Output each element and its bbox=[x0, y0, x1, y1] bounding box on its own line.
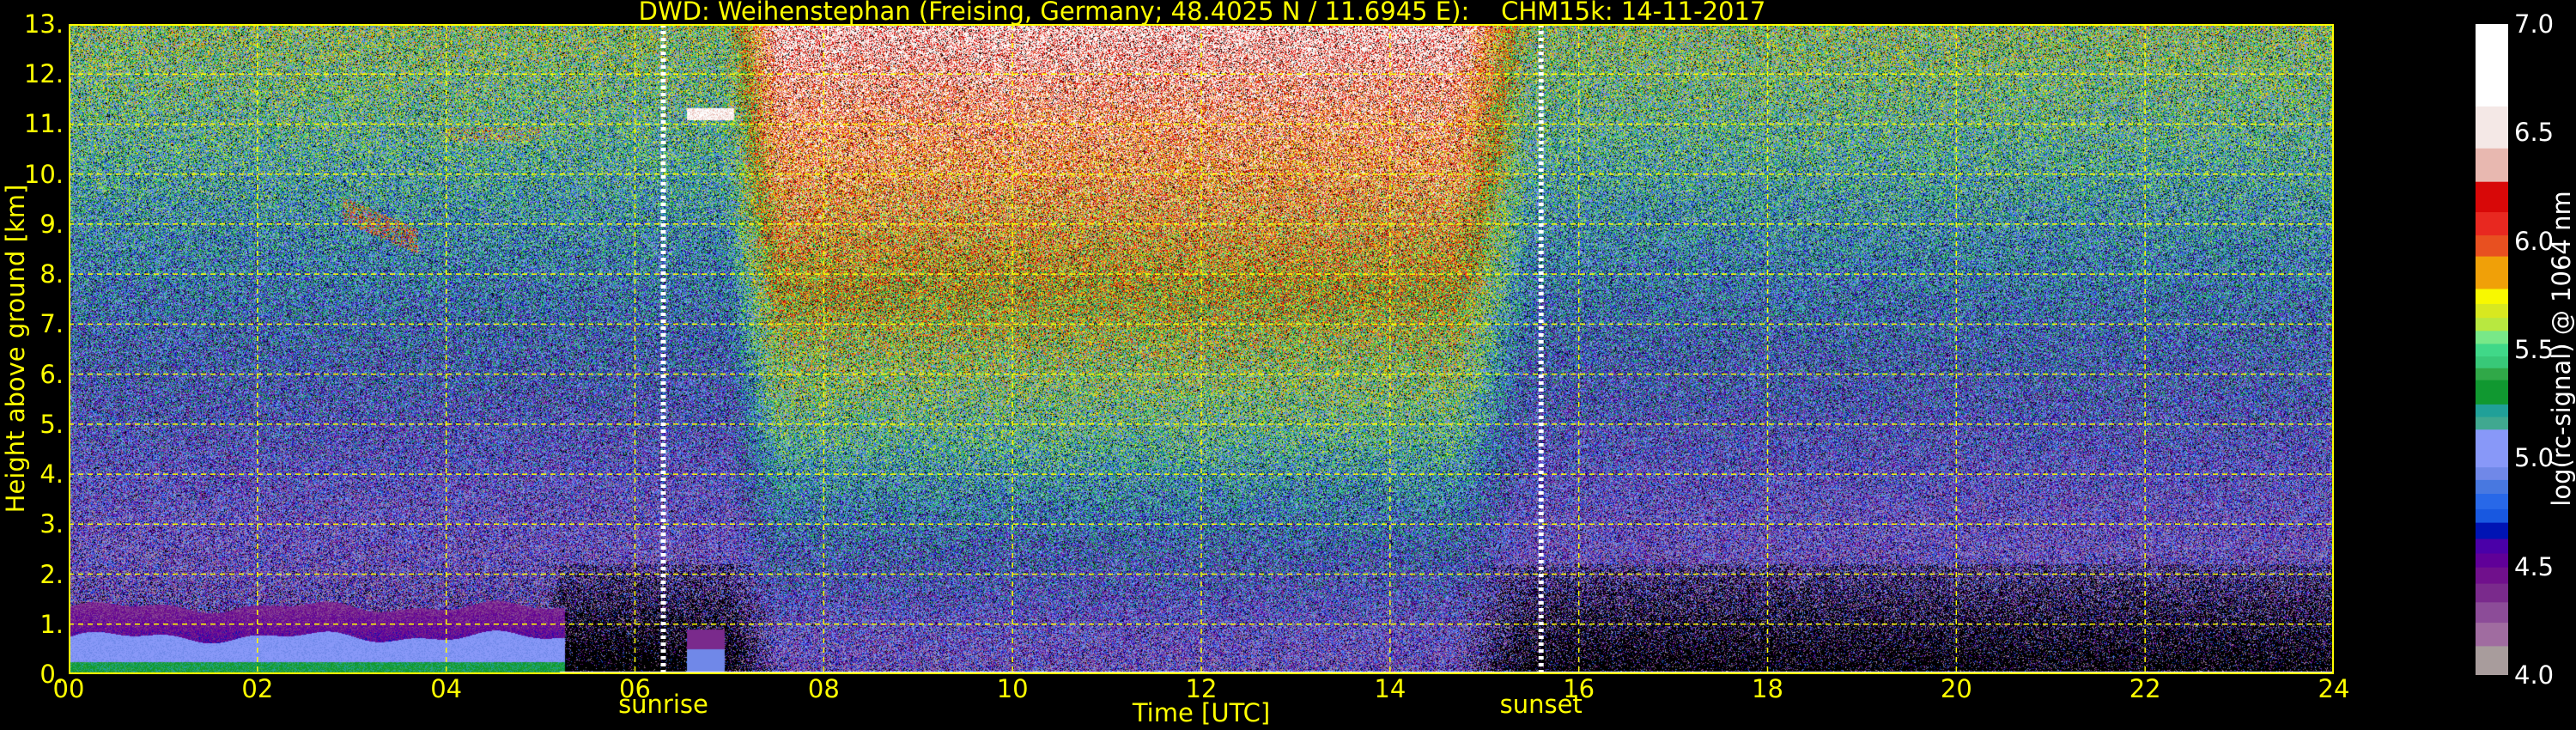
colorbar-segment bbox=[2476, 24, 2508, 107]
colorbar-segment bbox=[2476, 479, 2508, 495]
x-tick-label: 14 bbox=[1374, 674, 1406, 703]
colorbar-segment bbox=[2476, 289, 2508, 304]
colorbar-segment bbox=[2476, 417, 2508, 430]
y-tick-label: 12. bbox=[23, 59, 64, 89]
y-tick-label: 1. bbox=[39, 609, 64, 639]
x-tick-label: 08 bbox=[807, 674, 840, 703]
colorbar-segment bbox=[2476, 622, 2508, 647]
colorbar-segment bbox=[2476, 256, 2508, 289]
plot-area bbox=[69, 24, 2334, 674]
x-tick-label: 10 bbox=[996, 674, 1029, 703]
x-axis-label: Time [UTC] bbox=[1132, 698, 1271, 727]
colorbar-segment bbox=[2476, 522, 2508, 539]
colorbar-tick-label: 7.0 bbox=[2514, 9, 2555, 39]
x-tick-label: 24 bbox=[2318, 674, 2350, 703]
x-tick-label: 00 bbox=[52, 674, 85, 703]
colorbar-tick-label: 4.5 bbox=[2514, 551, 2555, 581]
ceilometer-figure: DWD: Weihenstephan (Freising, Germany; 4… bbox=[0, 0, 2576, 730]
chart-title: DWD: Weihenstephan (Freising, Germany; 4… bbox=[638, 0, 1766, 26]
x-tick-label: 18 bbox=[1752, 674, 1783, 703]
colorbar-tick-label: 6.5 bbox=[2514, 118, 2555, 148]
colorbar-label: log(rc-signal) @ 1064 nm bbox=[2547, 191, 2576, 507]
x-tick-label: 02 bbox=[241, 674, 274, 703]
x-tick-label: 22 bbox=[2129, 674, 2161, 703]
colorbar-segment bbox=[2476, 234, 2508, 257]
colorbar-segment bbox=[2476, 493, 2508, 509]
x-tick-label: 20 bbox=[1940, 674, 1972, 703]
y-tick-label: 3. bbox=[39, 509, 64, 539]
colorbar-segment bbox=[2476, 330, 2508, 344]
colorbar-segment bbox=[2476, 368, 2508, 380]
colorbar-segment bbox=[2476, 466, 2508, 480]
colorbar-tick-label: 4.0 bbox=[2514, 660, 2555, 690]
y-tick-label: 13. bbox=[23, 9, 64, 39]
colorbar-segment bbox=[2476, 148, 2508, 182]
colorbar-segment bbox=[2476, 356, 2508, 368]
colorbar-segment bbox=[2476, 601, 2508, 624]
colorbar-segment bbox=[2476, 553, 2508, 568]
colorbar-segment bbox=[2476, 380, 2508, 405]
y-tick-label: 2. bbox=[39, 559, 64, 589]
colorbar-segment bbox=[2476, 567, 2508, 584]
colorbar-segment bbox=[2476, 303, 2508, 319]
colorbar-segment bbox=[2476, 583, 2508, 603]
x-tick-label: 04 bbox=[430, 674, 463, 703]
y-axis-label: Height above ground [km] bbox=[1, 184, 30, 514]
colorbar-segment bbox=[2476, 645, 2508, 675]
colorbar-segment bbox=[2476, 181, 2508, 213]
sunset-label: sunset bbox=[1499, 690, 1583, 719]
grid-overlay bbox=[69, 24, 2334, 674]
colorbar-segment bbox=[2476, 404, 2508, 417]
sunrise-label: sunrise bbox=[618, 690, 708, 719]
colorbar-segment bbox=[2476, 211, 2508, 236]
colorbar-segment bbox=[2476, 343, 2508, 357]
colorbar-segment bbox=[2476, 429, 2508, 468]
colorbar-segment bbox=[2476, 508, 2508, 523]
y-tick-label: 11. bbox=[23, 109, 64, 139]
colorbar-segment bbox=[2476, 106, 2508, 149]
colorbar-segment bbox=[2476, 538, 2508, 554]
colorbar-segment bbox=[2476, 317, 2508, 332]
colorbar bbox=[2476, 24, 2508, 675]
